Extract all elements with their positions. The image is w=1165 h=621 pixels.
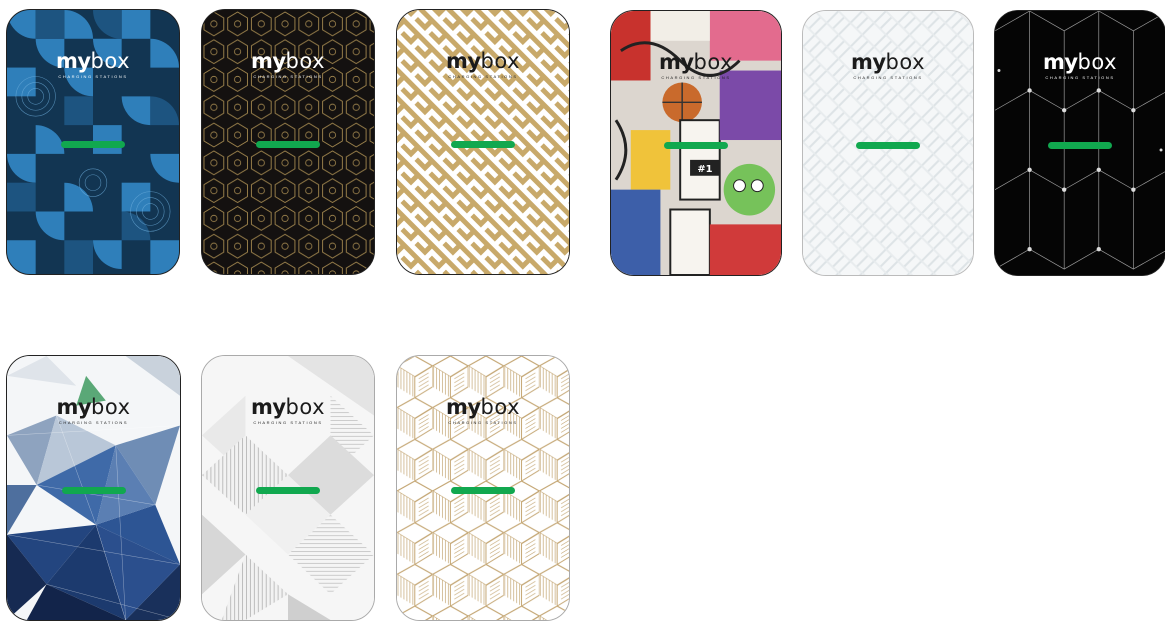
charger-design-black-network[interactable]: mybox CHARGING STATIONS [994,10,1165,276]
charger-design-grey-diamond[interactable]: mybox CHARGING STATIONS [201,355,375,621]
mybox-logo: mybox CHARGING STATIONS [445,49,521,79]
charger-design-sticker-bomb[interactable]: #1 mybox CHARGING STATIONS [610,10,782,276]
mybox-logo: mybox CHARGING STATIONS [56,395,131,425]
mybox-logo: mybox CHARGING STATIONS [445,395,521,425]
status-led-bar [856,142,920,149]
status-led-bar [451,141,515,148]
mybox-logo: mybox CHARGING STATIONS [1042,50,1118,80]
charger-design-gold-cubes[interactable]: mybox CHARGING STATIONS [396,355,570,621]
charger-design-blue-low-poly[interactable]: mybox CHARGING STATIONS [6,355,181,621]
mybox-logo: mybox CHARGING STATIONS [250,49,326,79]
mybox-logo: mybox CHARGING STATIONS [55,49,131,79]
mybox-logo: mybox CHARGING STATIONS [658,50,734,80]
mybox-logo: mybox CHARGING STATIONS [250,395,326,425]
status-led-bar [61,141,125,148]
status-led-bar [1048,142,1112,149]
status-led-bar [256,141,320,148]
status-led-bar [664,142,728,149]
charger-design-blue-geometric[interactable]: mybox CHARGING STATIONS [6,9,180,275]
status-led-bar [451,487,515,494]
mybox-logo: mybox CHARGING STATIONS [850,50,926,80]
svg-text:#1: #1 [697,164,712,175]
charger-design-light-chevron[interactable]: mybox CHARGING STATIONS [802,10,974,276]
charger-design-black-hexagons[interactable]: mybox CHARGING STATIONS [201,9,375,275]
status-led-bar [256,487,320,494]
charger-design-gold-maze[interactable]: mybox CHARGING STATIONS [396,9,570,275]
status-led-bar [61,487,126,494]
